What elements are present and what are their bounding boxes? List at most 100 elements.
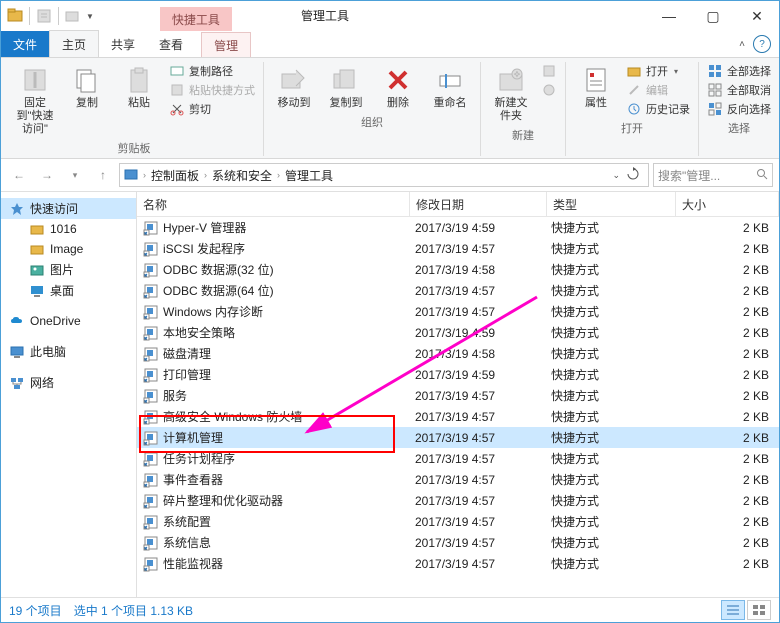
paste-shortcut-button[interactable]: 粘贴快捷方式 xyxy=(167,81,257,99)
folder-icon xyxy=(29,221,45,237)
navigation-pane[interactable]: 快速访问 1016Image图片桌面 OneDrive 此电脑 网络 xyxy=(1,192,137,597)
breadcrumb-segment[interactable]: 管理工具 xyxy=(285,167,333,184)
invert-selection-button[interactable]: 反向选择 xyxy=(705,100,773,118)
maximize-button[interactable]: ▢ xyxy=(691,1,735,31)
shortcut-icon xyxy=(143,325,159,341)
history-button[interactable]: 历史记录 xyxy=(624,100,692,118)
file-row[interactable]: Hyper-V 管理器2017/3/19 4:59快捷方式2 KB xyxy=(137,217,779,238)
tab-manage[interactable]: 管理 xyxy=(201,32,251,57)
open-button[interactable]: 打开▾ xyxy=(624,62,692,80)
breadcrumb-dropdown-icon[interactable]: ⌄ xyxy=(612,170,620,181)
search-input[interactable]: 搜索"管理... xyxy=(653,163,773,187)
nav-recent-button[interactable]: ▾ xyxy=(63,163,87,187)
breadcrumb-box[interactable]: › 控制面板 › 系统和安全 › 管理工具 ⌄ xyxy=(119,163,649,187)
help-icon[interactable]: ? xyxy=(753,35,771,53)
tab-file[interactable]: 文件 xyxy=(1,31,49,57)
delete-button[interactable]: 删除 xyxy=(374,62,422,112)
file-row[interactable]: 高级安全 Windows 防火墙2017/3/19 4:57快捷方式2 KB xyxy=(137,406,779,427)
shortcut-icon xyxy=(143,514,159,530)
file-row[interactable]: ODBC 数据源(32 位)2017/3/19 4:58快捷方式2 KB xyxy=(137,259,779,280)
breadcrumb-segment[interactable]: 控制面板 xyxy=(151,167,199,184)
breadcrumb-segment[interactable]: 系统和安全 xyxy=(212,167,272,184)
file-list[interactable]: Hyper-V 管理器2017/3/19 4:59快捷方式2 KBiSCSI 发… xyxy=(137,217,779,597)
pin-to-quick-access-button[interactable]: 固定到"快速访问" xyxy=(11,62,59,138)
close-button[interactable]: ✕ xyxy=(735,1,779,31)
column-headers: 名称 修改日期 类型 大小 xyxy=(137,192,779,217)
nav-quick-item[interactable]: 图片 xyxy=(1,259,136,280)
paste-icon xyxy=(123,64,155,96)
cut-button[interactable]: 剪切 xyxy=(167,100,257,118)
file-row[interactable]: 碎片整理和优化驱动器2017/3/19 4:57快捷方式2 KB xyxy=(137,490,779,511)
status-item-count: 19 个项目 xyxy=(9,602,62,619)
rename-button[interactable]: 重命名 xyxy=(426,62,474,112)
ribbon-tab-row: 文件 主页 共享 查看 管理 ˄ ? xyxy=(1,31,779,57)
file-row[interactable]: 本地安全策略2017/3/19 4:59快捷方式2 KB xyxy=(137,322,779,343)
copy-path-button[interactable]: 复制路径 xyxy=(167,62,257,80)
file-size-cell: 2 KB xyxy=(673,389,775,403)
nav-quick-item[interactable]: 1016 xyxy=(1,219,136,239)
chevron-right-icon[interactable]: › xyxy=(201,170,210,180)
file-date-cell: 2017/3/19 4:57 xyxy=(409,515,545,529)
file-size-cell: 2 KB xyxy=(673,536,775,550)
file-date-cell: 2017/3/19 4:58 xyxy=(409,347,545,361)
nav-quick-item[interactable]: 桌面 xyxy=(1,280,136,301)
nav-this-pc[interactable]: 此电脑 xyxy=(1,341,136,362)
new-item-button[interactable] xyxy=(539,62,559,80)
file-row[interactable]: 系统信息2017/3/19 4:57快捷方式2 KB xyxy=(137,532,779,553)
view-details-button[interactable] xyxy=(721,600,745,620)
file-date-cell: 2017/3/19 4:57 xyxy=(409,431,545,445)
nav-quick-access[interactable]: 快速访问 xyxy=(1,198,136,219)
column-date[interactable]: 修改日期 xyxy=(410,192,547,216)
nav-forward-button[interactable]: → xyxy=(35,163,59,187)
column-size[interactable]: 大小 xyxy=(676,192,779,216)
file-row[interactable]: 性能监视器2017/3/19 4:57快捷方式2 KB xyxy=(137,553,779,574)
move-to-button[interactable]: 移动到 xyxy=(270,62,318,112)
paste-button[interactable]: 粘贴 xyxy=(115,62,163,112)
minimize-button[interactable]: — xyxy=(647,1,691,31)
chevron-right-icon[interactable]: › xyxy=(140,170,149,180)
chevron-right-icon[interactable]: › xyxy=(274,170,283,180)
select-none-button[interactable]: 全部取消 xyxy=(705,81,773,99)
ribbon-group-organise: 移动到 复制到 删除 重命名 组织 xyxy=(264,62,481,156)
copy-button[interactable]: 复制 xyxy=(63,62,111,112)
nav-quick-item[interactable]: Image xyxy=(1,239,136,259)
file-row[interactable]: Windows 内存诊断2017/3/19 4:57快捷方式2 KB xyxy=(137,301,779,322)
easy-access-button[interactable] xyxy=(539,81,559,99)
new-group-label: 新建 xyxy=(512,127,534,143)
tab-view[interactable]: 查看 xyxy=(147,31,195,57)
shortcut-icon xyxy=(143,304,159,320)
file-row[interactable]: 系统配置2017/3/19 4:57快捷方式2 KB xyxy=(137,511,779,532)
edit-button[interactable]: 编辑 xyxy=(624,81,692,99)
new-folder-icon[interactable] xyxy=(65,8,81,24)
properties-button[interactable]: 属性 xyxy=(572,62,620,112)
collapse-ribbon-icon[interactable]: ˄ xyxy=(739,39,745,50)
refresh-icon[interactable] xyxy=(626,167,640,184)
copy-to-button[interactable]: 复制到 xyxy=(322,62,370,112)
tab-home[interactable]: 主页 xyxy=(49,30,99,57)
nav-network[interactable]: 网络 xyxy=(1,372,136,393)
file-row[interactable]: ODBC 数据源(64 位)2017/3/19 4:57快捷方式2 KB xyxy=(137,280,779,301)
select-all-button[interactable]: 全部选择 xyxy=(705,62,773,80)
view-thumbnails-button[interactable] xyxy=(747,600,771,620)
properties-icon[interactable] xyxy=(36,8,52,24)
column-name[interactable]: 名称 xyxy=(137,192,410,216)
file-row[interactable]: 打印管理2017/3/19 4:59快捷方式2 KB xyxy=(137,364,779,385)
file-size-cell: 2 KB xyxy=(673,557,775,571)
nav-up-button[interactable]: ↑ xyxy=(91,163,115,187)
file-type-cell: 快捷方式 xyxy=(545,387,673,404)
file-row[interactable]: 计算机管理2017/3/19 4:57快捷方式2 KB xyxy=(137,427,779,448)
file-row[interactable]: iSCSI 发起程序2017/3/19 4:57快捷方式2 KB xyxy=(137,238,779,259)
file-row[interactable]: 事件查看器2017/3/19 4:57快捷方式2 KB xyxy=(137,469,779,490)
new-folder-button[interactable]: ✦ 新建文件夹 xyxy=(487,62,535,125)
nav-onedrive[interactable]: OneDrive xyxy=(1,311,136,331)
file-size-cell: 2 KB xyxy=(673,326,775,340)
tab-share[interactable]: 共享 xyxy=(99,31,147,57)
shortcut-icon xyxy=(143,367,159,383)
file-row[interactable]: 任务计划程序2017/3/19 4:57快捷方式2 KB xyxy=(137,448,779,469)
file-row[interactable]: 服务2017/3/19 4:57快捷方式2 KB xyxy=(137,385,779,406)
file-row[interactable]: 磁盘清理2017/3/19 4:58快捷方式2 KB xyxy=(137,343,779,364)
column-type[interactable]: 类型 xyxy=(547,192,676,216)
qat-dropdown-icon[interactable]: ▼ xyxy=(86,12,94,21)
nav-back-button[interactable]: ← xyxy=(7,163,31,187)
file-size-cell: 2 KB xyxy=(673,368,775,382)
